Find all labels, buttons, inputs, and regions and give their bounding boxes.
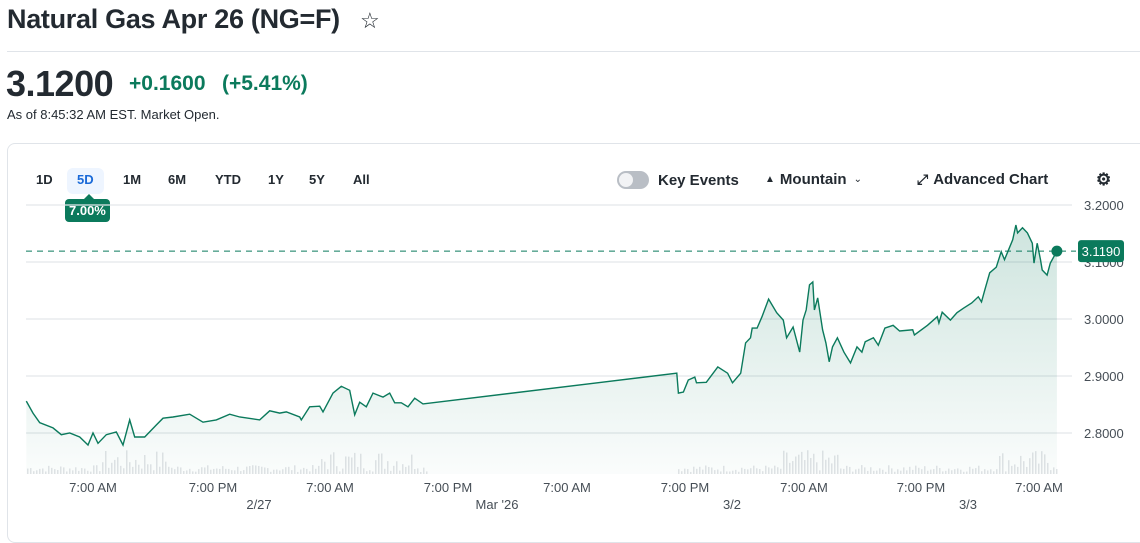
x-date-label: 3/2 — [723, 497, 741, 512]
y-tick-label: 2.8000 — [1084, 426, 1124, 441]
x-tick-label: 7:00 PM — [189, 480, 237, 495]
x-tick-label: 7:00 PM — [661, 480, 709, 495]
y-tick-label: 3.2000 — [1084, 198, 1124, 213]
price-chart[interactable]: 3.20003.10003.00002.90002.80003.11907:00… — [0, 0, 1140, 516]
x-date-label: Mar '26 — [476, 497, 519, 512]
x-tick-label: 7:00 AM — [1015, 480, 1063, 495]
x-tick-label: 7:00 PM — [424, 480, 472, 495]
x-tick-label: 7:00 AM — [780, 480, 828, 495]
current-price-label: 3.1190 — [1082, 244, 1121, 259]
y-tick-label: 2.9000 — [1084, 369, 1124, 384]
x-date-label: 2/27 — [246, 497, 271, 512]
x-tick-label: 7:00 AM — [543, 480, 591, 495]
current-price-dot — [1051, 245, 1063, 257]
y-tick-label: 3.0000 — [1084, 312, 1124, 327]
x-tick-label: 7:00 AM — [69, 480, 117, 495]
x-tick-label: 7:00 AM — [306, 480, 354, 495]
x-tick-label: 7:00 PM — [897, 480, 945, 495]
x-date-label: 3/3 — [959, 497, 977, 512]
